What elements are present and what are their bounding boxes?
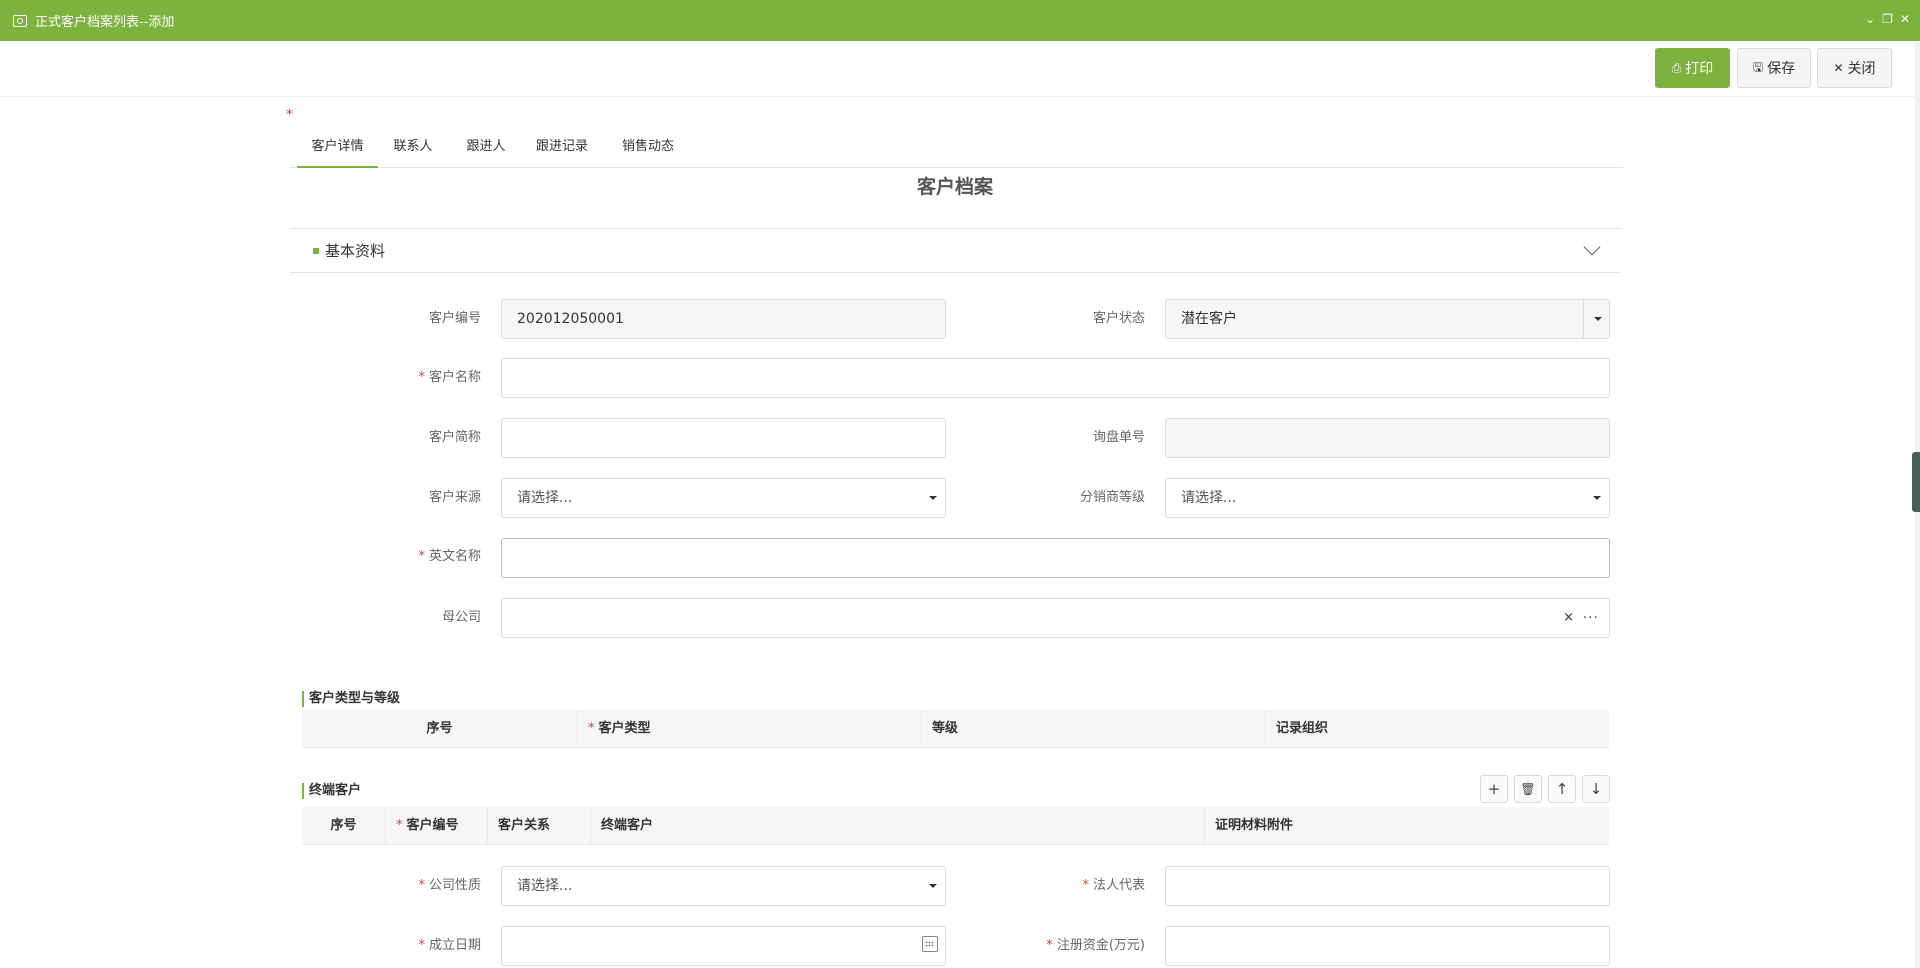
end-customer-table-header: 序号 * 客户编号 客户关系 终端客户 证明材料附件 <box>302 807 1609 845</box>
english-name-label: * 英文名称 <box>418 549 481 564</box>
dropdown-arrow-icon[interactable] <box>919 479 945 517</box>
restore-icon[interactable]: ❐ <box>1882 12 1893 26</box>
section-marker <box>313 247 319 254</box>
calendar-icon[interactable] <box>922 936 938 952</box>
type-grade-table-header: 序号 * 客户类型 等级 记录组织 <box>302 710 1609 748</box>
collapse-icon[interactable]: ⌄ <box>1865 12 1875 26</box>
tab-contacts[interactable]: 联系人 <box>388 127 438 168</box>
tab-follow-records[interactable]: 跟进记录 <box>531 127 593 168</box>
customer-code-label: 客户编号 <box>428 311 481 326</box>
customer-status-select[interactable]: 潜在客户 <box>1165 299 1610 339</box>
customer-status-label: 客户状态 <box>1092 311 1145 326</box>
close-icon: ✕ <box>1833 61 1844 75</box>
founded-date-field[interactable] <box>501 926 946 966</box>
document-title: 客户档案 <box>916 176 993 198</box>
customer-name-field[interactable] <box>501 358 1610 398</box>
customer-name-label: * 客户名称 <box>418 370 481 385</box>
column-header: 记录组织 <box>1276 721 1329 736</box>
end-customer-title: 终端客户 <box>302 783 361 799</box>
save-button[interactable]: 🖫 保存 <box>1737 48 1811 88</box>
customer-code-field[interactable]: 202012050001 <box>501 299 946 339</box>
window-title: 正式客户档案列表--添加 <box>35 15 175 30</box>
close-button[interactable]: ✕ 关闭 <box>1817 48 1892 88</box>
window-icon <box>13 14 27 27</box>
column-header: 客户关系 <box>488 807 591 845</box>
printer-icon: ⎙ <box>1671 60 1682 75</box>
chevron-down-icon[interactable] <box>1583 238 1601 256</box>
window-controls: ⌄ ❐ ✕ <box>1865 12 1910 26</box>
save-icon: 🖫 <box>1752 59 1764 74</box>
delete-row-button[interactable]: 🗑 <box>1514 775 1542 803</box>
toolbar: ⎙ 打印 🖫 保存 ✕ 关闭 <box>0 41 1920 97</box>
legal-rep-label: * 法人代表 <box>1082 878 1145 893</box>
inquiry-no-label: 询盘单号 <box>1092 430 1145 445</box>
side-drawer-handle[interactable] <box>1912 452 1920 512</box>
close-window-icon[interactable]: ✕ <box>1900 12 1910 26</box>
dropdown-arrow-icon[interactable] <box>919 867 945 905</box>
customer-short-field[interactable] <box>501 418 946 458</box>
tab-bar: 客户详情 联系人 跟进人 跟进记录 销售动态 <box>290 127 1623 168</box>
column-header: 等级 <box>922 710 1266 748</box>
section-basic-info[interactable]: 基本资料 <box>290 228 1620 273</box>
required-marker: * <box>286 107 293 123</box>
save-label: 保存 <box>1767 61 1796 77</box>
add-row-button[interactable]: + <box>1480 775 1508 803</box>
parent-company-label: 母公司 <box>441 610 481 625</box>
customer-short-label: 客户简称 <box>428 430 481 445</box>
column-header: * 客户编号 <box>386 807 488 845</box>
tab-followers[interactable]: 跟进人 <box>461 127 511 168</box>
trash-icon: 🗑 <box>1520 782 1536 796</box>
customer-source-select[interactable]: 请选择... <box>501 478 946 518</box>
column-header: 证明材料附件 <box>1215 818 1294 833</box>
window-titlebar: 正式客户档案列表--添加 ⌄ ❐ ✕ <box>0 0 1920 41</box>
column-header: 终端客户 <box>591 807 1205 845</box>
dropdown-arrow-icon[interactable] <box>1583 300 1609 338</box>
legal-rep-field[interactable] <box>1165 866 1610 906</box>
parent-company-field[interactable]: × ··· <box>501 598 1610 638</box>
more-icon[interactable]: ··· <box>1583 599 1599 637</box>
column-header: 序号 <box>302 807 386 845</box>
move-up-button[interactable]: ↑ <box>1548 775 1576 803</box>
registered-capital-label: * 注册资金(万元) <box>1046 938 1145 953</box>
inquiry-no-field[interactable] <box>1165 418 1610 458</box>
print-button[interactable]: ⎙ 打印 <box>1655 48 1730 88</box>
distributor-level-select[interactable]: 请选择... <box>1165 478 1610 518</box>
column-header: 序号 <box>302 710 578 748</box>
clear-icon[interactable]: × <box>1563 599 1574 637</box>
type-grade-title: 客户类型与等级 <box>302 691 400 707</box>
registered-capital-field[interactable] <box>1165 926 1610 966</box>
english-name-field[interactable] <box>501 538 1610 578</box>
company-nature-select[interactable]: 请选择... <box>501 866 946 906</box>
section-title: 基本资料 <box>325 242 386 260</box>
dropdown-arrow-icon[interactable] <box>1583 479 1609 517</box>
customer-source-label: 客户来源 <box>428 490 481 505</box>
tab-sales-activity[interactable]: 销售动态 <box>617 127 679 168</box>
move-down-button[interactable]: ↓ <box>1582 775 1610 803</box>
company-nature-label: * 公司性质 <box>418 878 481 893</box>
tab-customer-detail[interactable]: 客户详情 <box>297 127 378 168</box>
column-header: * 客户类型 <box>578 710 922 748</box>
print-label: 打印 <box>1685 61 1714 77</box>
founded-date-label: * 成立日期 <box>418 938 481 953</box>
close-label: 关闭 <box>1847 61 1876 77</box>
distributor-level-label: 分销商等级 <box>1079 490 1145 505</box>
